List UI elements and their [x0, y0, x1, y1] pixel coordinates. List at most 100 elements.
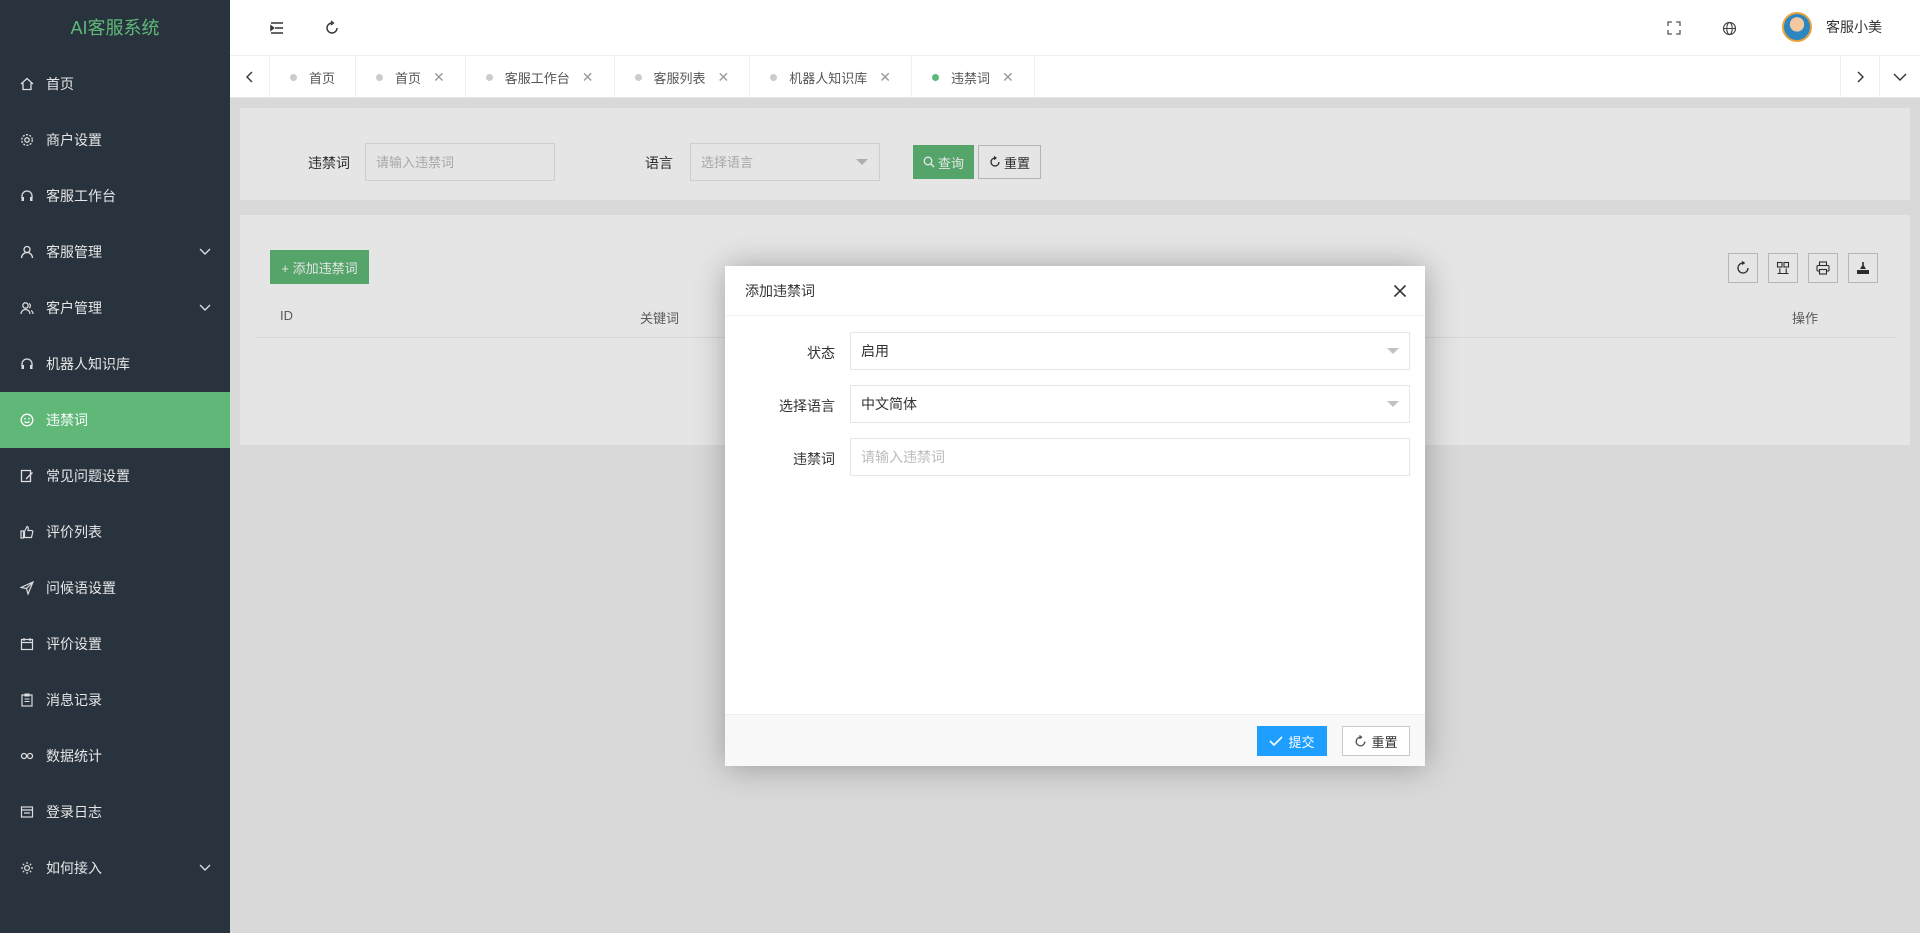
menu-toggle-icon[interactable] — [263, 14, 291, 42]
sidebar-item-faq-settings[interactable]: 常见问题设置 — [0, 448, 230, 504]
tab-scroll-right-button[interactable] — [1840, 56, 1880, 98]
sidebar-item-label: 机器人知识库 — [46, 356, 130, 372]
tab-agent-list[interactable]: 客服列表 ✕ — [615, 56, 751, 98]
tab-label: 违禁词 — [951, 70, 991, 86]
language-label: 选择语言 — [779, 398, 835, 414]
tab-dot — [290, 73, 297, 81]
avatar — [1782, 12, 1812, 42]
language-select[interactable]: 中文简体 — [850, 385, 1410, 423]
close-icon[interactable] — [1389, 280, 1411, 302]
refresh-icon[interactable] — [318, 14, 346, 42]
sidebar-item-label: 如何接入 — [46, 860, 102, 876]
sidebar-item-label: 客服工作台 — [46, 188, 116, 204]
keyword-input[interactable] — [850, 438, 1410, 476]
tab-scroll-left-button[interactable] — [230, 56, 270, 98]
username: 客服小美 — [1826, 19, 1882, 35]
sidebar-item-message-records[interactable]: 消息记录 — [0, 672, 230, 728]
tab-home[interactable]: 首页 ✕ — [356, 56, 466, 98]
language-select-value: 中文简体 — [861, 396, 917, 412]
edit-icon — [20, 469, 34, 483]
tab-label: 首页 — [309, 70, 336, 86]
headset-icon — [20, 189, 34, 203]
chevron-down-icon — [1387, 348, 1399, 354]
status-select[interactable]: 启用 — [850, 332, 1410, 370]
tab-label: 客服列表 — [653, 70, 706, 86]
sidebar: AI客服系统 首页 商户设置 客服工作台 客服管理 客户管理 机器人知识库 违禁… — [0, 0, 230, 933]
sidebar-item-login-log[interactable]: 登录日志 — [0, 784, 230, 840]
close-icon[interactable]: ✕ — [718, 69, 730, 86]
reset-icon — [1355, 734, 1367, 747]
chevron-down-icon — [198, 300, 212, 314]
smile-icon — [20, 413, 34, 427]
sidebar-item-label: 消息记录 — [46, 692, 102, 708]
clipboard-icon — [20, 693, 34, 707]
link-icon — [20, 749, 34, 763]
sidebar-item-home[interactable]: 首页 — [0, 56, 230, 112]
check-icon — [1269, 736, 1284, 747]
gear-icon — [20, 133, 34, 147]
thumb-up-icon — [20, 525, 34, 539]
tab-home-fixed[interactable]: 首页 — [270, 56, 357, 98]
dialog-reset-label: 重置 — [1371, 734, 1398, 750]
tab-dot — [376, 73, 384, 81]
tab-robot-knowledge[interactable]: 机器人知识库 ✕ — [750, 56, 913, 98]
sidebar-item-review-list[interactable]: 评价列表 — [0, 504, 230, 560]
sidebar-item-customer-management[interactable]: 客户管理 — [0, 280, 230, 336]
sidebar-item-label: 常见问题设置 — [46, 468, 130, 484]
tab-label: 机器人知识库 — [789, 70, 868, 86]
user-icon — [20, 245, 34, 259]
sidebar-item-merchant-settings[interactable]: 商户设置 — [0, 112, 230, 168]
sidebar-item-label: 商户设置 — [46, 132, 102, 148]
home-icon — [20, 77, 34, 91]
status-select-value: 启用 — [861, 343, 889, 359]
tab-menu-dropdown-button[interactable] — [1880, 56, 1920, 98]
app-logo: AI客服系统 — [70, 18, 160, 38]
sidebar-item-label: 客户管理 — [46, 300, 102, 316]
sidebar-item-workbench[interactable]: 客服工作台 — [0, 168, 230, 224]
tab-bar: 首页 首页 ✕ 客服工作台 ✕ 客服列表 ✕ 机器人知识库 ✕ 违禁词 ✕ — [230, 56, 1920, 98]
sidebar-item-label: 客服管理 — [46, 244, 102, 260]
globe-icon[interactable] — [1715, 14, 1743, 42]
dialog-footer: 提交 重置 — [725, 714, 1425, 766]
tab-label: 客服工作台 — [504, 70, 570, 86]
submit-button[interactable]: 提交 — [1257, 726, 1327, 756]
sidebar-item-label: 评价设置 — [46, 636, 102, 652]
tab-dot — [485, 73, 493, 81]
add-banned-word-dialog: 添加违禁词 状态 启用 选择语言 中文简体 违禁词 提交 重置 — [725, 266, 1425, 766]
sidebar-item-label: 数据统计 — [46, 748, 102, 764]
close-icon[interactable]: ✕ — [1002, 69, 1014, 86]
sidebar-item-statistics[interactable]: 数据统计 — [0, 728, 230, 784]
sidebar-item-label: 登录日志 — [46, 804, 102, 820]
user-menu[interactable]: 客服小美 — [1782, 12, 1882, 42]
close-icon[interactable]: ✕ — [433, 69, 445, 86]
fullscreen-icon[interactable] — [1660, 14, 1688, 42]
sidebar-item-label: 违禁词 — [46, 412, 88, 428]
submit-button-label: 提交 — [1288, 734, 1315, 750]
tab-banned-words[interactable]: 违禁词 ✕ — [912, 56, 1035, 98]
tab-label: 首页 — [395, 70, 422, 86]
chevron-down-icon — [198, 860, 212, 874]
tab-dot — [770, 73, 778, 81]
sidebar-item-label: 问候语设置 — [46, 580, 116, 596]
keyword-label: 违禁词 — [793, 451, 835, 467]
sidebar-item-review-settings[interactable]: 评价设置 — [0, 616, 230, 672]
sidebar-item-how-to-integrate[interactable]: 如何接入 — [0, 840, 230, 896]
calendar-icon — [20, 637, 34, 651]
send-icon — [20, 581, 34, 595]
plug-icon — [20, 861, 34, 875]
chevron-down-icon — [198, 244, 212, 258]
log-icon — [20, 805, 34, 819]
top-header: 客服小美 — [230, 0, 1920, 56]
tab-workbench[interactable]: 客服工作台 ✕ — [466, 56, 615, 98]
close-icon[interactable]: ✕ — [582, 69, 594, 86]
sidebar-item-robot-knowledge[interactable]: 机器人知识库 — [0, 336, 230, 392]
tab-list: 首页 首页 ✕ 客服工作台 ✕ 客服列表 ✕ 机器人知识库 ✕ 违禁词 ✕ — [270, 56, 1035, 98]
tab-dot — [634, 73, 642, 81]
sidebar-item-greeting-settings[interactable]: 问候语设置 — [0, 560, 230, 616]
sidebar-item-agent-management[interactable]: 客服管理 — [0, 224, 230, 280]
dialog-reset-button[interactable]: 重置 — [1342, 726, 1410, 756]
sidebar-item-label: 评价列表 — [46, 524, 102, 540]
sidebar-item-label: 首页 — [46, 76, 74, 92]
sidebar-item-banned-words[interactable]: 违禁词 — [0, 392, 230, 448]
close-icon[interactable]: ✕ — [879, 69, 891, 86]
